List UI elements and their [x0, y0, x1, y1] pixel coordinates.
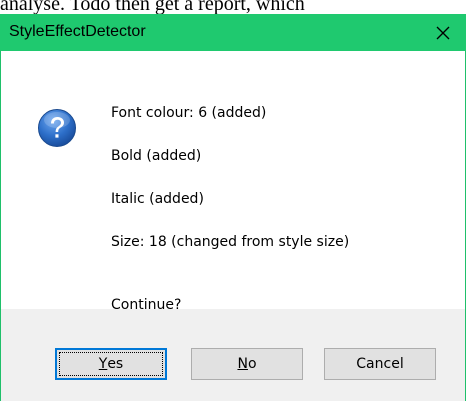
- close-button[interactable]: [420, 14, 466, 51]
- message-line-bold: Bold (added): [111, 148, 202, 164]
- window-title: StyleEffectDetector: [9, 23, 146, 40]
- no-label-rest: o: [247, 356, 257, 372]
- no-mnemonic: N: [237, 356, 248, 372]
- close-icon: [436, 26, 450, 39]
- cancel-button[interactable]: Cancel: [324, 348, 436, 380]
- title-bar[interactable]: StyleEffectDetector: [0, 14, 466, 51]
- yes-label-rest: es: [107, 356, 124, 372]
- cancel-label: Cancel: [356, 356, 404, 372]
- dialog-content: Font colour: 6 (added) Bold (added) Ital…: [1, 51, 465, 313]
- yes-mnemonic: Y: [98, 356, 108, 372]
- button-bar: Yes No Cancel: [1, 309, 465, 401]
- no-button[interactable]: No: [191, 348, 303, 380]
- message-line-font-colour: Font colour: 6 (added): [111, 105, 267, 121]
- message-line-italic: Italic (added): [111, 191, 204, 207]
- message-line-size: Size: 18 (changed from style size): [111, 234, 350, 250]
- question-icon: [38, 109, 76, 147]
- message-dialog: StyleEffectDetector Font colour: 6 (adde…: [0, 14, 466, 401]
- yes-button[interactable]: Yes: [55, 348, 167, 380]
